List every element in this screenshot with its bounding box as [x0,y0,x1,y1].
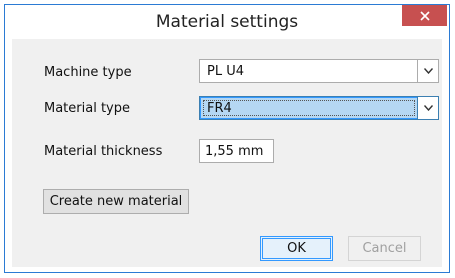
material-type-value: FR4 [207,101,232,116]
machine-type-label: Machine type [44,65,132,80]
chevron-down-icon [423,105,433,111]
material-type-label: Material type [44,101,130,116]
material-thickness-label: Material thickness [44,144,163,159]
focus-rectangle [203,100,415,116]
window-title: Material settings [155,12,299,32]
title-bar: Material settings [5,5,449,39]
material-type-selection-highlight [200,97,418,119]
material-type-select[interactable]: FR4 [199,96,439,120]
machine-type-select[interactable]: PL U4 [199,59,439,83]
machine-type-dropdown-button[interactable] [417,60,438,82]
close-button[interactable] [402,5,447,26]
ok-button-focus-border [262,238,331,259]
chevron-down-icon [423,68,433,74]
cancel-button[interactable]: Cancel [348,236,421,261]
create-new-material-button[interactable]: Create new material [43,189,189,214]
machine-type-value: PL U4 [207,64,245,79]
material-thickness-value: 1,55 mm [205,144,264,159]
dialog-content: Machine type PL U4 Material type FR4 Mat… [12,39,442,267]
material-thickness-input[interactable]: 1,55 mm [199,139,274,163]
ok-button[interactable]: OK [260,236,333,261]
material-settings-dialog: Material settings Machine type PL U4 Mat… [4,4,450,273]
material-type-dropdown-button[interactable] [417,97,438,119]
close-icon [419,10,430,21]
